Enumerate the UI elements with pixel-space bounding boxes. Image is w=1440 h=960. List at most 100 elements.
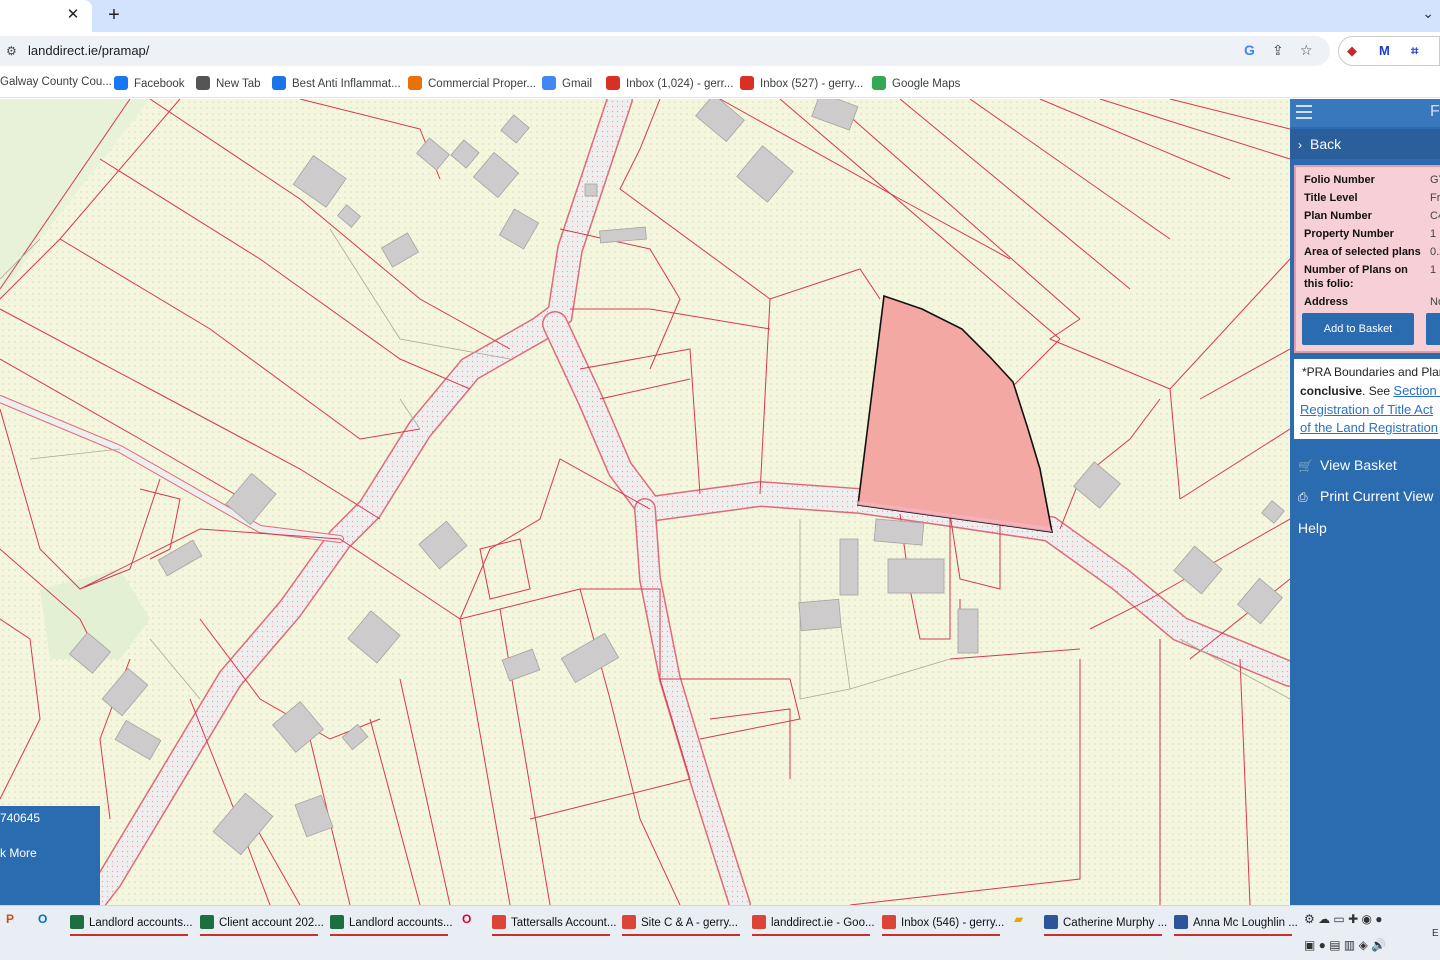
folio-key: Title Level xyxy=(1304,192,1358,204)
help-link[interactable]: Help xyxy=(1298,520,1327,536)
chrome-icon xyxy=(492,915,506,929)
site-info-icon[interactable]: ⚙ xyxy=(6,44,17,58)
notice-bold: conclusive xyxy=(1300,384,1363,398)
taskbar-window-label: Site C & A - gerry... xyxy=(641,917,738,929)
facebook-icon xyxy=(114,76,128,90)
bookmark-label: Best Anti Inflammat... xyxy=(292,78,401,90)
m-extension-icon[interactable]: M xyxy=(1379,43,1390,58)
back-button[interactable]: › Back xyxy=(1290,129,1440,159)
bookmark-item[interactable]: Google Maps xyxy=(872,76,960,90)
taskbar-window-label: Landlord accounts... xyxy=(89,917,193,929)
taskbar-underline xyxy=(70,934,188,936)
share-icon[interactable]: ⇪ xyxy=(1272,42,1284,59)
bookmark-label: Gmail xyxy=(562,78,593,90)
registration-title-act-link[interactable]: Registration of Title Act xyxy=(1300,402,1433,417)
bookmark-label: Facebook xyxy=(134,78,185,90)
google-translate-icon[interactable]: G xyxy=(1244,42,1255,58)
close-tab-icon[interactable]: ✕ xyxy=(64,6,82,24)
bookmark-item[interactable]: Facebook xyxy=(114,76,185,90)
new-tab-icon[interactable]: + xyxy=(104,5,124,25)
bookmark-label: Galway County Cou... xyxy=(0,76,112,88)
commercial-icon xyxy=(408,76,422,90)
bookmark-label: Google Maps xyxy=(892,78,961,90)
word-icon xyxy=(1174,915,1188,929)
taskbar-underline xyxy=(492,934,610,936)
yahoo-icon xyxy=(272,76,286,90)
bookmark-star-icon[interactable]: ☆ xyxy=(1300,42,1313,59)
folio-value: No xyxy=(1430,296,1440,308)
map-view[interactable]: 740645 k More xyxy=(0,99,1290,905)
file-explorer-icon[interactable]: ▰ xyxy=(1014,912,1023,926)
url-text[interactable]: landdirect.ie/pramap/ xyxy=(28,43,149,58)
chevron-right-icon: › xyxy=(1298,138,1302,152)
side-panel: F › Back Add to Basket Folio Number GY Titl… xyxy=(1290,99,1440,905)
taskbar-window-button[interactable]: Inbox (546) - gerry... xyxy=(882,910,1004,936)
opera-icon[interactable]: O xyxy=(462,912,471,926)
folio-row: Area of selected plans 0.2 xyxy=(1304,245,1440,259)
taskbar-window-button[interactable]: Site C & A - gerry... xyxy=(622,910,740,936)
cart-icon: 🛒 xyxy=(1298,459,1313,473)
address-bar[interactable]: ⚙ landdirect.ie/pramap/ G ⇪ ☆ xyxy=(0,36,1330,66)
taskbar-underline xyxy=(1044,934,1162,936)
excel-icon xyxy=(200,915,214,929)
taskbar-underline xyxy=(1174,934,1292,936)
folio-value: Fre xyxy=(1430,192,1440,204)
maps-pin-icon xyxy=(872,76,886,90)
add-to-basket-button[interactable]: Add to Basket xyxy=(1302,313,1414,345)
taskbar-window-button[interactable]: Landlord accounts... xyxy=(330,910,453,936)
windows-taskbar: P O O ▰ ⚙ ☁ ▭ ✚ ◉ ● ▣ ● ▤ ▥ ◈ 🔊 E Landlo… xyxy=(0,905,1440,960)
system-tray-icons[interactable]: ⚙ ☁ ▭ ✚ ◉ ● xyxy=(1304,912,1383,926)
language-indicator[interactable]: E xyxy=(1432,928,1439,939)
word-icon xyxy=(1044,915,1058,929)
taskbar-window-label: Landlord accounts... xyxy=(349,917,453,929)
outlook-icon[interactable]: O xyxy=(38,912,47,926)
info-box-more-link[interactable]: k More xyxy=(0,846,37,860)
bookmark-item[interactable]: Inbox (527) - gerry... xyxy=(740,76,863,90)
taskbar-window-button[interactable]: Catherine Murphy ... xyxy=(1044,910,1167,936)
bookmark-item[interactable]: Gmail xyxy=(542,76,592,90)
gmail-icon xyxy=(606,76,620,90)
pra-notice: *PRA Boundaries and Plan conclusive. See… xyxy=(1294,359,1440,439)
active-tab[interactable]: ✕ xyxy=(0,0,92,32)
taskbar-underline xyxy=(330,934,448,936)
taskbar-window-button[interactable]: Tattersalls Account... xyxy=(492,910,616,936)
taskbar-window-button[interactable]: Landlord accounts... xyxy=(70,910,193,936)
bookmark-item[interactable]: New Tab xyxy=(196,76,261,90)
bookmark-item[interactable]: Galway County Cou... xyxy=(0,76,112,88)
notice-text: *PRA Boundaries and Plan xyxy=(1302,365,1440,379)
folio-row: Number of Plans on this folio: 1 xyxy=(1304,263,1440,291)
back-label: Back xyxy=(1310,136,1342,152)
bookmark-item[interactable]: Inbox (1,024) - gerr... xyxy=(606,76,733,90)
section-link[interactable]: Section 6 xyxy=(1393,383,1440,398)
docs-icon xyxy=(542,76,556,90)
view-basket-link[interactable]: 🛒 View Basket xyxy=(1298,457,1397,473)
taskbar-window-label: Anna Mc Loughlin ... xyxy=(1193,917,1298,929)
excel-icon xyxy=(70,915,84,929)
extensions-area: ◆ M ⌗ xyxy=(1338,36,1440,66)
powerpoint-icon[interactable]: P xyxy=(6,912,14,926)
folio-value: 0.2 xyxy=(1430,246,1440,258)
tab-search-icon[interactable]: ⌄ xyxy=(1422,5,1434,22)
taskbar-underline xyxy=(882,934,1000,936)
folio-value: GY xyxy=(1430,174,1440,186)
bookmark-item[interactable]: Best Anti Inflammat... xyxy=(272,76,401,90)
folio-value: 1 xyxy=(1430,228,1437,240)
system-tray-icons-row2[interactable]: ▣ ● ▤ ▥ ◈ 🔊 xyxy=(1304,938,1386,952)
taskbar-window-label: Tattersalls Account... xyxy=(511,917,617,929)
taskbar-window-button[interactable]: landdirect.ie - Goo... xyxy=(752,910,875,936)
taskbar-window-label: Client account 202... xyxy=(219,917,324,929)
bookmark-item[interactable]: Commercial Proper... xyxy=(408,76,536,90)
land-registration-link[interactable]: of the Land Registration xyxy=(1300,420,1438,435)
taskbar-window-button[interactable]: Anna Mc Loughlin ... xyxy=(1174,910,1298,936)
print-current-view-link[interactable]: ⎙ Print Current View xyxy=(1298,488,1433,505)
hamburger-menu-icon[interactable] xyxy=(1296,105,1312,119)
taskbar-window-button[interactable]: Client account 202... xyxy=(200,910,324,936)
ublock-icon[interactable]: ◆ xyxy=(1347,43,1357,59)
plan-info-box[interactable]: 740645 k More xyxy=(0,806,100,905)
cadastral-map[interactable] xyxy=(0,99,1290,905)
folio-row: Title Level Fre xyxy=(1304,191,1440,205)
bookmark-label: New Tab xyxy=(216,78,261,90)
info-box-number: 740645 xyxy=(0,811,41,825)
secondary-action-button[interactable] xyxy=(1426,313,1440,345)
puzzle-extension-icon[interactable]: ⌗ xyxy=(1411,43,1418,59)
